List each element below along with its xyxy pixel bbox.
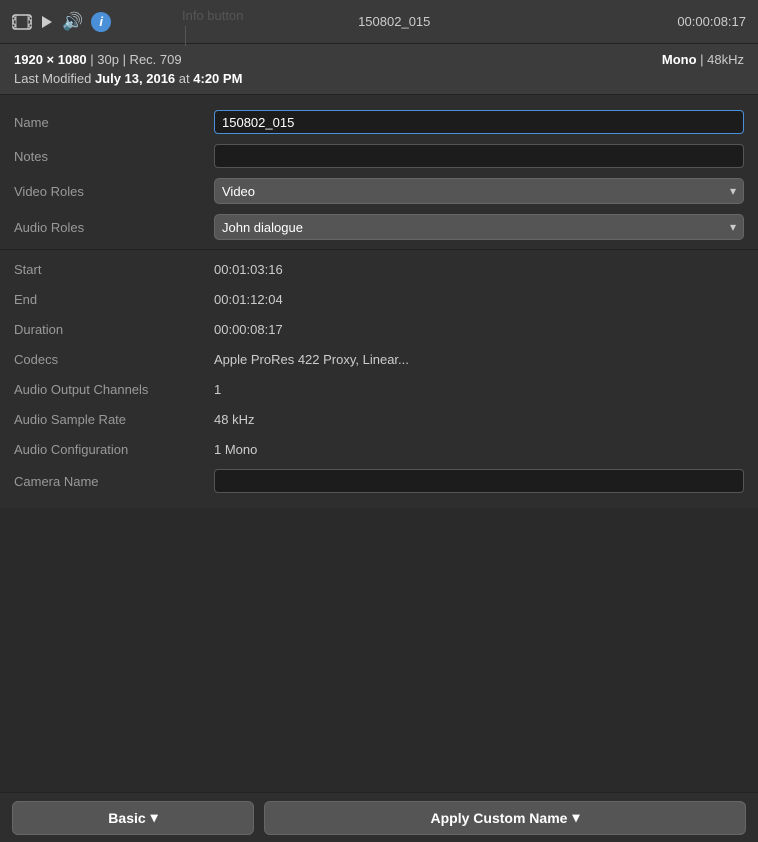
field-label-audio-configuration: Audio Configuration [14,442,214,457]
field-label-audio-roles: Audio Roles [14,220,214,235]
field-label-start: Start [14,262,214,277]
field-value-duration: 00:00:08:17 [214,322,744,337]
field-value-start: 00:01:03:16 [214,262,744,277]
field-row-duration: Duration 00:00:08:17 [0,314,758,344]
info-row2: Last Modified July 13, 2016 at 4:20 PM [14,71,744,86]
field-label-name: Name [14,115,214,130]
info-panel: 1920 × 1080 | 30p | Rec. 709 Mono | 48kH… [0,44,758,95]
basic-button-label: Basic [108,810,145,826]
field-value-end: 00:01:12:04 [214,292,744,307]
field-row-audio-roles: Audio Roles John dialogue Dialogue Music… [0,209,758,245]
field-value-audio-sample-rate: 48 kHz [214,412,744,427]
modified-date: July 13, 2016 [95,71,175,86]
play-icon [40,15,54,29]
bottom-bar: Basic ▾ Apply Custom Name ▾ [0,792,758,842]
apply-button-chevron: ▾ [572,809,579,826]
field-row-audio-output-channels: Audio Output Channels 1 [0,374,758,404]
toolbar-timecode: 00:00:08:17 [677,14,746,29]
field-row-camera-name: Camera Name [0,464,758,498]
field-label-video-roles: Video Roles [14,184,214,199]
field-row-audio-configuration: Audio Configuration 1 Mono [0,434,758,464]
field-label-codecs: Codecs [14,352,214,367]
name-input[interactable] [214,110,744,134]
divider-1 [0,249,758,250]
audio-roles-select[interactable]: John dialogue Dialogue Music Effects [214,214,744,240]
basic-button-chevron: ▾ [151,809,158,826]
info-button[interactable]: i [91,12,111,32]
field-value-codecs: Apple ProRes 422 Proxy, Linear... [214,352,744,367]
field-label-duration: Duration [14,322,214,337]
format-info: | 30p | Rec. 709 [90,52,181,67]
modified-time: 4:20 PM [193,71,242,86]
audio-roles-wrapper: John dialogue Dialogue Music Effects [214,214,744,240]
film-icon [12,14,32,30]
notes-input[interactable] [214,144,744,168]
fields-container: Name Notes Video Roles Video Titles B-Ro… [0,95,758,508]
video-roles-select[interactable]: Video Titles B-Roll [214,178,744,204]
toolbar: 🔊 i 150802_015 00:00:08:17 [0,0,758,44]
field-row-start: Start 00:01:03:16 [0,254,758,284]
video-roles-wrapper: Video Titles B-Roll [214,178,744,204]
field-row-end: End 00:01:12:04 [0,284,758,314]
field-label-audio-output-channels: Audio Output Channels [14,382,214,397]
field-label-notes: Notes [14,149,214,164]
apply-button-label: Apply Custom Name [431,810,568,826]
modified-at: at [179,71,193,86]
field-row-video-roles: Video Roles Video Titles B-Roll [0,173,758,209]
tooltip-label: Info button [182,8,243,23]
field-row-codecs: Codecs Apple ProRes 422 Proxy, Linear... [0,344,758,374]
main-content: Name Notes Video Roles Video Titles B-Ro… [0,95,758,508]
field-value-audio-configuration: 1 Mono [214,442,744,457]
field-row-audio-sample-rate: Audio Sample Rate 48 kHz [0,404,758,434]
modified-label: Last Modified [14,71,95,86]
field-row-name: Name [0,105,758,139]
toolbar-icons: 🔊 i [12,12,111,32]
field-label-camera-name: Camera Name [14,474,214,489]
resolution-info: 1920 × 1080 [14,52,87,67]
apply-custom-name-button[interactable]: Apply Custom Name ▾ [264,801,746,835]
camera-name-input[interactable] [214,469,744,493]
audio-info: Mono | 48kHz [662,52,744,67]
basic-button[interactable]: Basic ▾ [12,801,254,835]
field-row-notes: Notes [0,139,758,173]
field-label-audio-sample-rate: Audio Sample Rate [14,412,214,427]
speaker-icon: 🔊 [62,12,83,32]
field-label-end: End [14,292,214,307]
tooltip-arrow-line [185,26,186,46]
field-value-audio-output-channels: 1 [214,382,744,397]
info-row1: 1920 × 1080 | 30p | Rec. 709 Mono | 48kH… [14,52,744,67]
